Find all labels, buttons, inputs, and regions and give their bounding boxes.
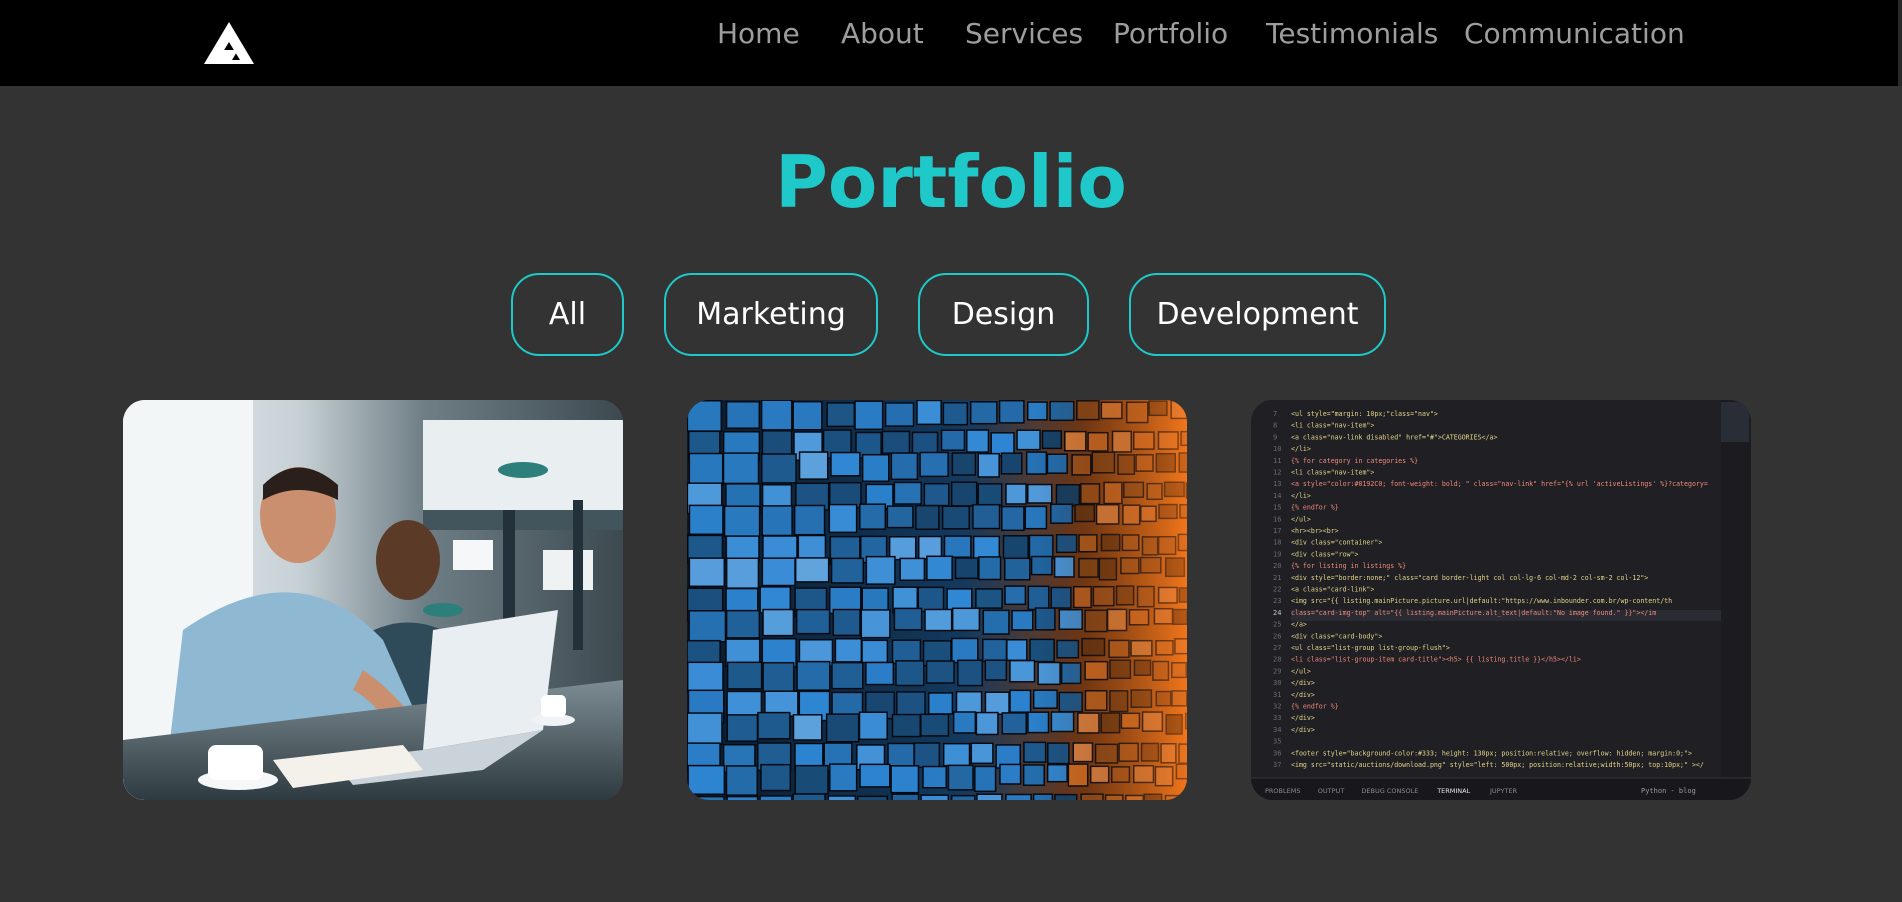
filter-all-button[interactable]: All (511, 273, 624, 356)
code-line-text: <hr><br><br> (1291, 527, 1339, 535)
code-line-number: 25 (1273, 621, 1281, 629)
code-line-number: 34 (1273, 726, 1281, 734)
editor-panel-tab: JUPYTER (1489, 787, 1517, 795)
code-line-number: 16 (1273, 515, 1281, 523)
page-scrollbar[interactable] (1898, 0, 1902, 86)
code-line-number: 10 (1273, 445, 1281, 453)
filter-design-button[interactable]: Design (918, 273, 1089, 356)
code-line-number: 21 (1273, 574, 1281, 582)
code-line-text: <a class="nav-link disabled" href="#">CA… (1291, 433, 1497, 441)
code-line-text: <ul class="list-group list-group-flush"> (1291, 644, 1450, 652)
portfolio-item-code[interactable]: 7 <ul style="margin: 10px;"class="nav"> 8 … (1251, 400, 1751, 800)
nav-links: Home About Services Portfolio Testimonia… (0, 0, 1902, 70)
code-line-number: 19 (1273, 550, 1281, 558)
code-line-text: </li> (1291, 445, 1311, 453)
code-line-number: 13 (1273, 480, 1281, 488)
code-line-number: 7 (1273, 410, 1277, 418)
code-line-number: 32 (1273, 703, 1281, 711)
code-line-text: <div class="row"> (1291, 550, 1359, 558)
filter-marketing-button[interactable]: Marketing (664, 273, 878, 356)
portfolio-item-business[interactable] (123, 400, 623, 800)
code-line-text: {% endfor %} (1291, 703, 1339, 711)
editor-panel-tab: PROBLEMS (1265, 787, 1300, 795)
nav-services[interactable]: Services (965, 17, 1083, 50)
code-line-number: 24 (1273, 609, 1281, 617)
code-editor-screenshot: 7 <ul style="margin: 10px;"class="nav">8 … (1251, 400, 1751, 800)
code-line-text: </div> (1291, 679, 1315, 687)
code-line-text: {% for category in categories %} (1291, 457, 1418, 465)
code-line-number: 35 (1273, 738, 1281, 746)
code-line-text: </ul> (1291, 515, 1311, 523)
code-line-text: {% for listing in listings %} (1291, 562, 1406, 570)
editor-panel-tab: TERMINAL (1436, 787, 1470, 795)
code-line-number: 18 (1273, 539, 1281, 547)
code-line-text: <footer style="background-color:#333; he… (1291, 749, 1692, 757)
code-line-text: {% endfor %} (1291, 504, 1339, 512)
nav-testimonials[interactable]: Testimonials (1266, 17, 1438, 50)
nav-about[interactable]: About (841, 17, 924, 50)
nav-communication[interactable]: Communication (1464, 17, 1685, 50)
editor-panel-tab: DEBUG CONSOLE (1361, 787, 1418, 795)
code-line-text: </ul> (1291, 667, 1311, 675)
code-line-number: 12 (1273, 469, 1281, 477)
business-men-laptop-photo (123, 400, 623, 800)
code-line-number: 33 (1273, 714, 1281, 722)
code-line-text: <div class="card-body"> (1291, 632, 1382, 640)
code-line-number: 9 (1273, 433, 1277, 441)
code-line-number: 15 (1273, 504, 1281, 512)
blue-orange-cubes-abstract-photo (687, 400, 1187, 800)
code-line-text: <a style="color:#0192C0; font-weight: bo… (1291, 480, 1708, 488)
code-line-text: class="card-img-top" alt="{{ listing.mai… (1291, 609, 1656, 617)
code-line-text: <div style="border:none;" class="card bo… (1291, 574, 1648, 582)
code-line-number: 26 (1273, 632, 1281, 640)
code-line-text: <li class="list-group-item card-title"><… (1291, 656, 1581, 664)
top-navbar: Home About Services Portfolio Testimonia… (0, 0, 1902, 86)
code-line-number: 17 (1273, 527, 1281, 535)
code-line-text: <ul style="margin: 10px;"class="nav"> (1291, 410, 1438, 418)
code-line-number: 20 (1273, 562, 1281, 570)
code-line-number: 30 (1273, 679, 1281, 687)
code-line-number: 11 (1273, 457, 1281, 465)
code-line-text: </a> (1291, 621, 1307, 629)
code-line-text: <li class="nav-item"> (1291, 469, 1374, 477)
code-line-number: 37 (1273, 761, 1281, 769)
code-line-text: <a class="card-link"> (1291, 586, 1374, 594)
code-line-number: 8 (1273, 422, 1277, 430)
nav-home[interactable]: Home (717, 17, 800, 50)
code-line-text: </div> (1291, 726, 1315, 734)
portfolio-title: Portfolio (775, 140, 1127, 224)
code-line-number: 29 (1273, 667, 1281, 675)
editor-panel-tab: OUTPUT (1318, 787, 1345, 795)
code-line-number: 14 (1273, 492, 1281, 500)
code-line-number: 23 (1273, 597, 1281, 605)
code-line-text: </li> (1291, 492, 1311, 500)
filter-development-button[interactable]: Development (1129, 273, 1386, 356)
code-line-text: </div> (1291, 691, 1315, 699)
code-line-number: 27 (1273, 644, 1281, 652)
code-line-text: <img src="{{ listing.mainPicture.picture… (1291, 597, 1672, 605)
code-line-text: <li class="nav-item"> (1291, 422, 1374, 430)
code-line-number: 28 (1273, 656, 1281, 664)
code-line-text: <img src="static/auctions/download.png" … (1291, 761, 1704, 769)
nav-portfolio[interactable]: Portfolio (1113, 17, 1228, 50)
code-line-text: <div class="container"> (1291, 539, 1382, 547)
portfolio-item-cubes[interactable] (687, 400, 1187, 800)
code-line-text: </div> (1291, 714, 1315, 722)
code-line-number: 31 (1273, 691, 1281, 699)
code-line-number: 36 (1273, 749, 1281, 757)
code-line-number: 22 (1273, 586, 1281, 594)
svg-text:Python - blog: Python - blog (1641, 787, 1696, 795)
